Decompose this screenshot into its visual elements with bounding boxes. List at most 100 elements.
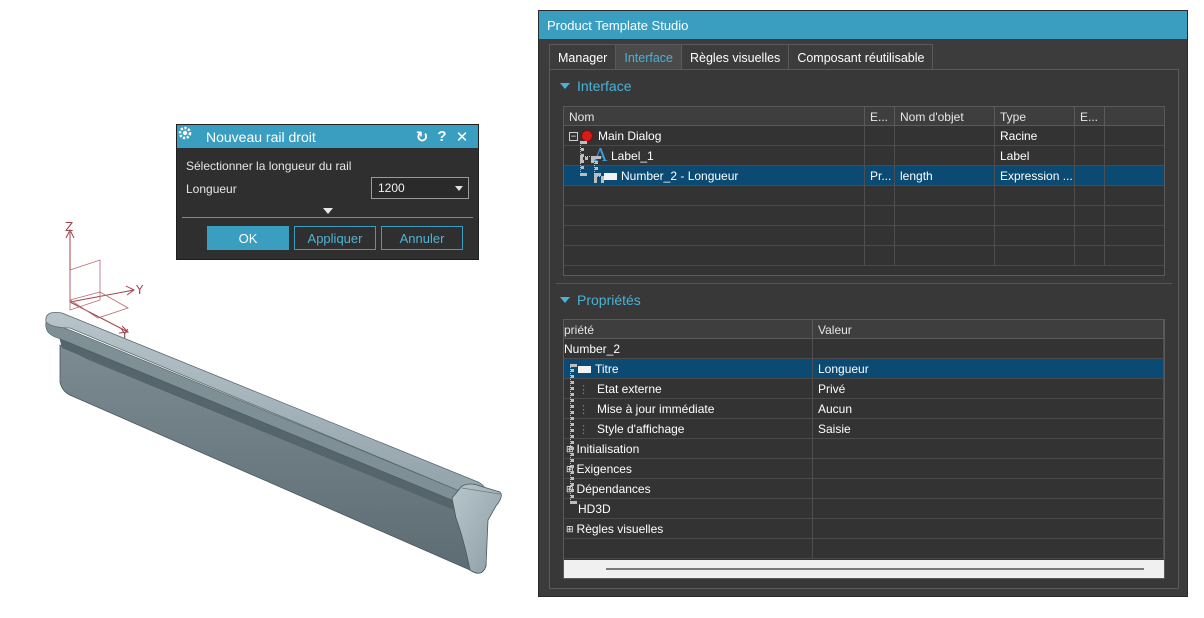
product-template-studio-window: Product Template Studio Manager Interfac… (538, 10, 1188, 597)
tab-content: Interface Nom E... Nom d'objet Type E...… (549, 69, 1179, 589)
graphics-viewport[interactable]: Z Y Y Nouveau rail droit ↻ ? ✕ Sélection… (0, 0, 536, 618)
cell-e2 (1075, 126, 1105, 146)
table-row[interactable]: Titre Longueur (564, 359, 1164, 379)
table-row[interactable]: Number_2 - Longueur Pr... length Express… (564, 166, 1164, 186)
property-name: Titre (595, 362, 619, 376)
expand-toggle-icon[interactable]: ⊞ (566, 524, 574, 535)
new-rail-dialog: Nouveau rail droit ↻ ? ✕ Sélectionner la… (176, 124, 479, 260)
table-row (564, 539, 1164, 559)
property-value[interactable]: Aucun (813, 399, 1164, 419)
expand-more-icon[interactable] (323, 208, 333, 214)
cancel-button[interactable]: Annuler (381, 226, 463, 250)
section-divider (556, 283, 1172, 284)
chevron-down-icon (455, 186, 463, 191)
ok-button[interactable]: OK (207, 226, 289, 250)
cell-e2 (1075, 146, 1105, 166)
table-row[interactable]: HD3D (564, 499, 1164, 519)
dialog-title-bar[interactable]: Nouveau rail droit ↻ ? ✕ (177, 125, 478, 148)
table-row[interactable]: ⋮ Mise à jour immédiate Aucun (564, 399, 1164, 419)
y-axis-label: Y (135, 283, 144, 297)
node-name: Number_2 - Longueur (621, 169, 739, 183)
z-axis-label: Z (65, 220, 73, 234)
table-row (564, 206, 1164, 226)
col-header-object-name[interactable]: Nom d'objet (895, 107, 995, 126)
table-row (564, 226, 1164, 246)
tree-connector (580, 156, 594, 160)
properties-section-header[interactable]: Propriétés (560, 292, 641, 308)
divider (182, 217, 473, 218)
col-header-name[interactable]: Nom (564, 107, 865, 126)
property-value[interactable]: Privé (813, 379, 1164, 399)
table-row[interactable]: ⊞ Initialisation (564, 439, 1164, 459)
group-name: Exigences (576, 462, 632, 476)
table-row[interactable]: ⊞ Exigences (564, 459, 1164, 479)
table-row[interactable]: − Main Dialog Racine (564, 126, 1164, 146)
cell-e1 (865, 146, 895, 166)
apply-button[interactable]: Appliquer (294, 226, 376, 250)
tab-visual-rules[interactable]: Règles visuelles (680, 44, 790, 70)
group-name: Number_2 (564, 339, 813, 359)
cell-object-name (895, 126, 995, 146)
table-row[interactable]: ⊞ Règles visuelles (564, 519, 1164, 539)
table-row[interactable]: ⊞ Dépendances (564, 479, 1164, 499)
table-row[interactable]: A Label_1 Label (564, 146, 1164, 166)
cell-e1 (865, 126, 895, 146)
group-name: Règles visuelles (576, 522, 664, 536)
collapse-arrow-icon (560, 83, 570, 89)
reset-icon[interactable]: ↻ (412, 128, 432, 146)
table-row[interactable]: ⋮ Etat externe Privé (564, 379, 1164, 399)
scrollbar-thumb[interactable] (606, 568, 1144, 570)
group-name: HD3D (578, 502, 611, 516)
table-row[interactable]: ⋮ Style d'affichage Saisie (564, 419, 1164, 439)
properties-table[interactable]: priété Valeur Number_2 Titre Longueur ⋮ … (563, 319, 1165, 579)
csys-triad-icon (65, 228, 135, 334)
interface-tree-table[interactable]: Nom E... Nom d'objet Type E... − Main Di… (563, 106, 1165, 276)
collapse-arrow-icon (560, 297, 570, 303)
cell-object-name (895, 146, 995, 166)
property-value[interactable]: Saisie (813, 419, 1164, 439)
table-row[interactable]: Number_2 (564, 339, 1164, 359)
table-header: Nom E... Nom d'objet Type E... (564, 107, 1164, 126)
tab-bar: Manager Interface Règles visuelles Compo… (549, 44, 934, 70)
tab-interface[interactable]: Interface (615, 44, 682, 70)
dialog-title: Nouveau rail droit (206, 128, 316, 145)
col-header-type[interactable]: Type (995, 107, 1075, 126)
list-icon: ⋮ (578, 423, 589, 436)
table-header: priété Valeur (564, 320, 1164, 339)
gear-icon (178, 126, 199, 145)
property-name: Mise à jour immédiate (597, 402, 715, 416)
col-header-property[interactable]: priété (564, 320, 813, 339)
close-icon[interactable]: ✕ (452, 128, 472, 146)
table-row (564, 246, 1164, 266)
tree-connector (570, 364, 574, 504)
col-header-e1[interactable]: E... (865, 107, 895, 126)
rail-model: Z Y Y (45, 220, 502, 574)
window-title[interactable]: Product Template Studio (539, 11, 1187, 39)
property-value[interactable]: Longueur (813, 359, 1164, 379)
cell-type: Expression ... (995, 166, 1075, 186)
col-header-value[interactable]: Valeur (813, 320, 1164, 339)
group-name: Dépendances (576, 482, 651, 496)
interface-section-title: Interface (577, 78, 632, 94)
length-label: Longueur (186, 182, 237, 196)
interface-section-header[interactable]: Interface (560, 78, 631, 94)
cell-type: Label (995, 146, 1075, 166)
tab-manager[interactable]: Manager (549, 44, 617, 70)
properties-section-title: Propriétés (577, 292, 641, 308)
length-combo[interactable]: 1200 (371, 177, 469, 199)
horizontal-scrollbar[interactable] (564, 560, 1164, 578)
node-name: Main Dialog (598, 129, 662, 143)
cell-e2 (1075, 166, 1105, 186)
help-icon[interactable]: ? (432, 128, 452, 145)
cell-object-name: length (895, 166, 995, 186)
cell-type: Racine (995, 126, 1075, 146)
col-header-e2[interactable]: E... (1075, 107, 1105, 126)
tab-reusable-component[interactable]: Composant réutilisable (788, 44, 934, 70)
property-name: Etat externe (597, 382, 662, 396)
collapse-toggle-icon[interactable]: − (569, 131, 578, 141)
tree-connector (594, 176, 604, 180)
tree-connector (594, 156, 598, 176)
number-field-icon (604, 172, 617, 180)
selection-prompt: Sélectionner la longueur du rail (186, 159, 352, 173)
table-row (564, 186, 1164, 206)
